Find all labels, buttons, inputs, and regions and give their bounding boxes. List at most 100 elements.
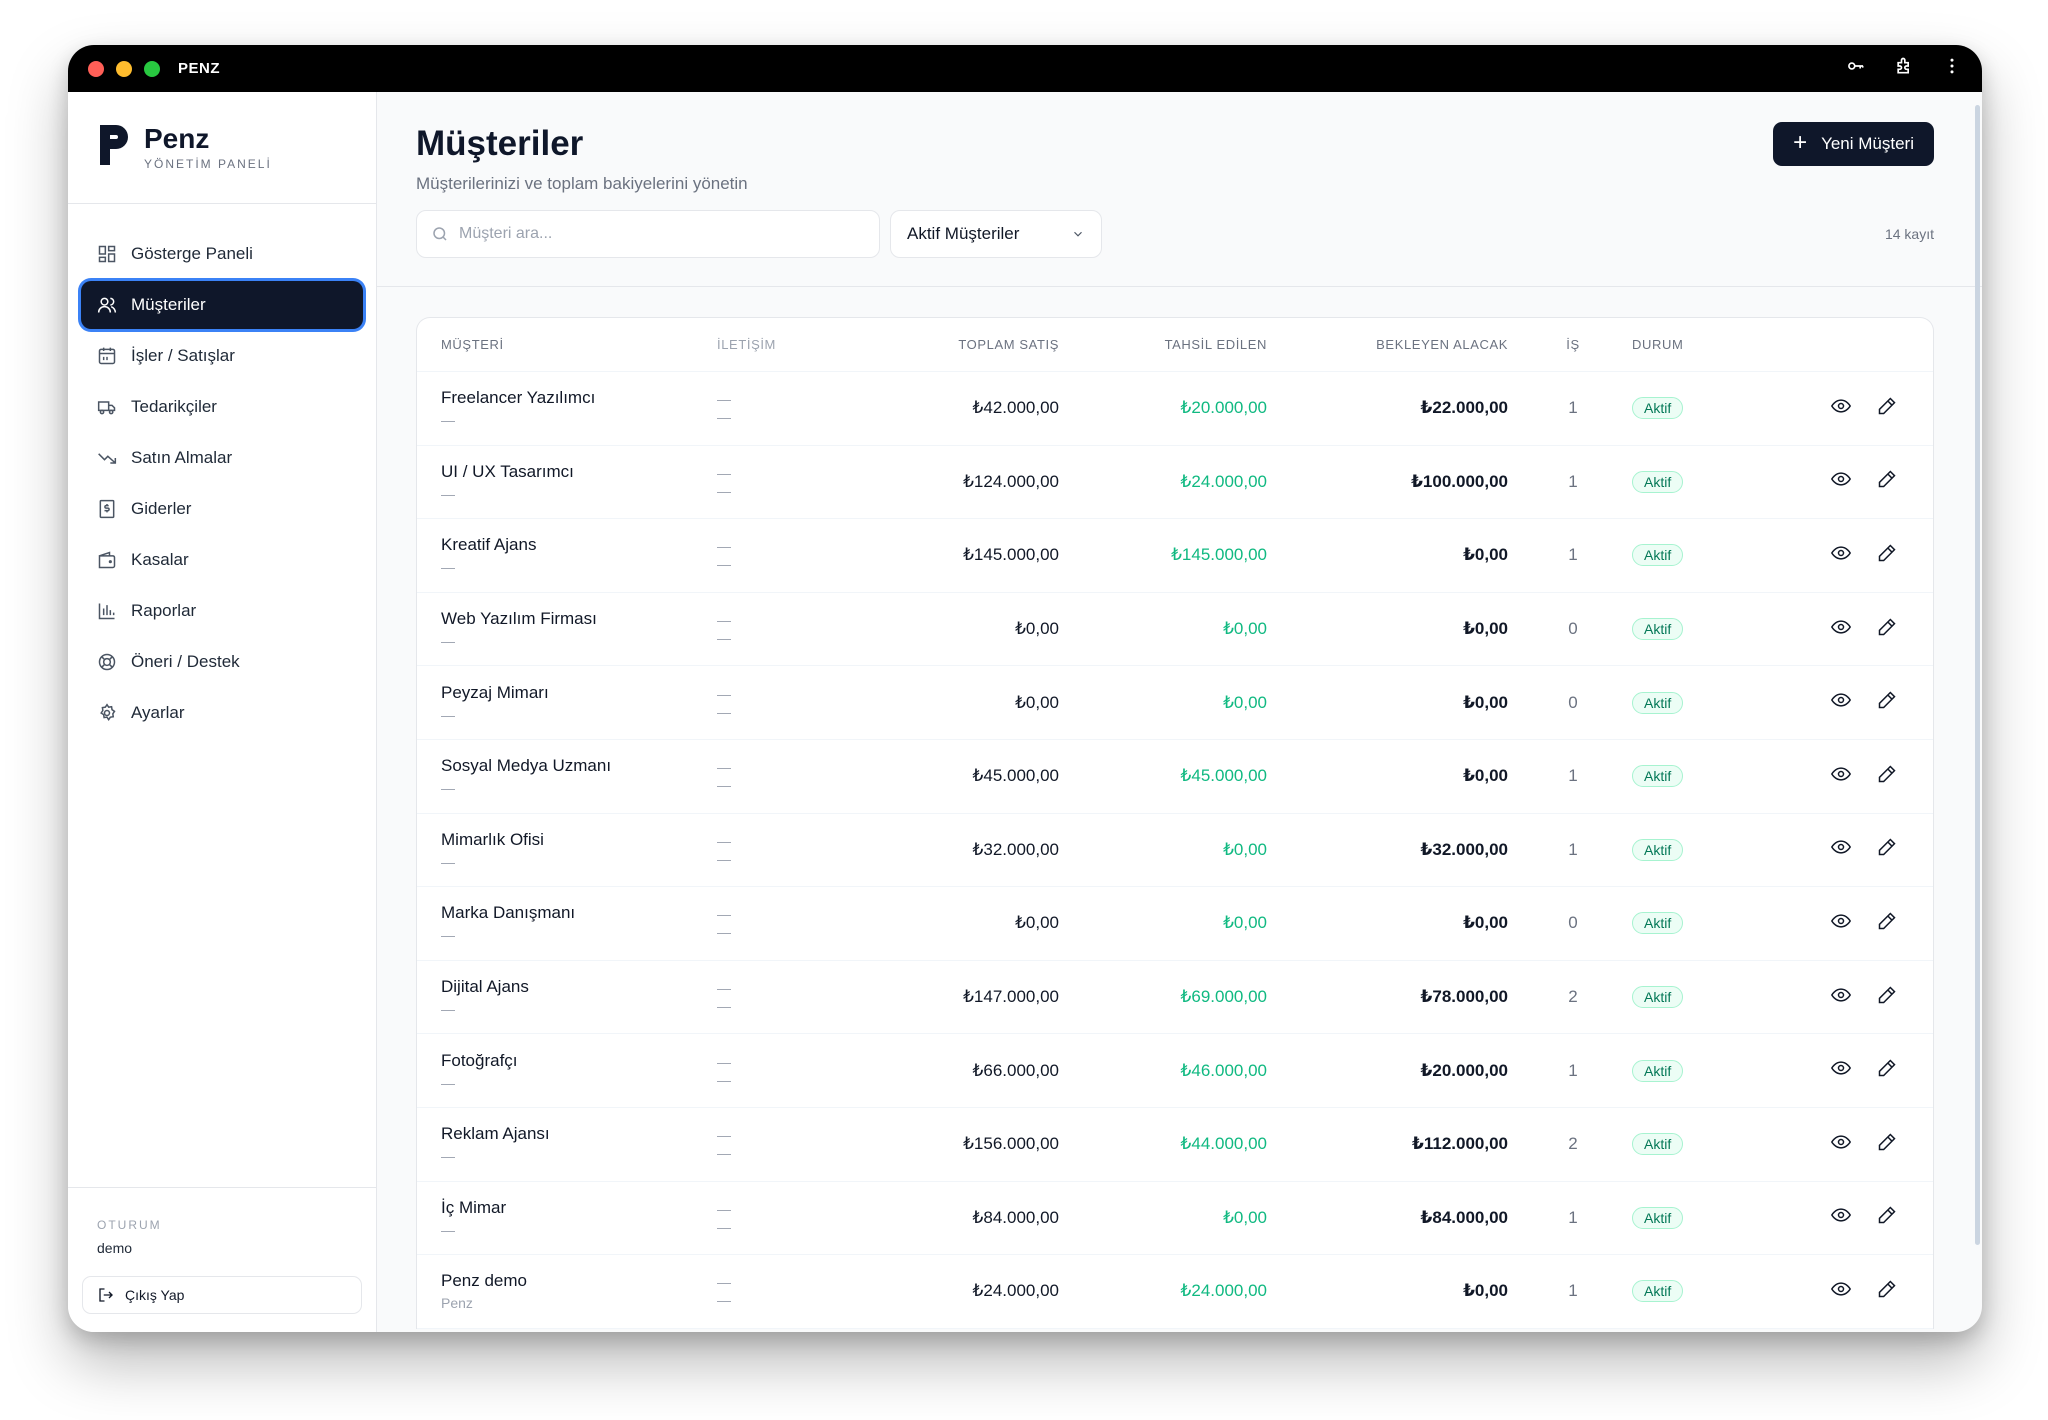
table-row[interactable]: Web Yazılım Firması — — — ₺0,00 ₺0,00 ₺0… xyxy=(417,593,1933,667)
view-button[interactable] xyxy=(1830,985,1852,1010)
view-button[interactable] xyxy=(1830,690,1852,715)
edit-button[interactable] xyxy=(1877,1058,1897,1083)
view-button[interactable] xyxy=(1830,396,1852,421)
eye-icon xyxy=(1830,987,1852,1002)
search-box[interactable] xyxy=(416,210,880,258)
col-total-sales[interactable]: TOPLAM SATIŞ xyxy=(877,337,1059,352)
col-jobs[interactable]: İŞ xyxy=(1508,337,1598,352)
sidebar-item-suppliers[interactable]: Tedarikçiler xyxy=(81,383,363,431)
customer-name[interactable]: Fotoğrafçı xyxy=(441,1051,717,1071)
status-badge: Aktif xyxy=(1632,1206,1684,1229)
table-row[interactable]: Marka Danışmanı — — — ₺0,00 ₺0,00 ₺0,00 … xyxy=(417,887,1933,961)
edit-button[interactable] xyxy=(1877,837,1897,862)
table-row[interactable]: Freelancer Yazılımcı — — — ₺42.000,00 ₺2… xyxy=(417,372,1933,446)
status-badge: Aktif xyxy=(1632,544,1684,567)
col-collected[interactable]: TAHSİL EDİLEN xyxy=(1059,337,1267,352)
table-row[interactable]: Penz demo Penz — — ₺24.000,00 ₺24.000,00… xyxy=(417,1255,1933,1329)
eye-icon xyxy=(1830,1282,1852,1296)
view-button[interactable] xyxy=(1830,617,1852,642)
customer-name[interactable]: Kreatif Ajans xyxy=(441,535,717,555)
view-button[interactable] xyxy=(1830,911,1852,936)
close-window-button[interactable] xyxy=(88,60,104,77)
sidebar-item-settings[interactable]: Ayarlar xyxy=(81,689,363,737)
view-button[interactable] xyxy=(1830,1058,1852,1083)
table-row[interactable]: İç Mimar — — — ₺84.000,00 ₺0,00 ₺84.000,… xyxy=(417,1182,1933,1256)
sidebar-item-cash-boxes[interactable]: Kasalar xyxy=(81,536,363,584)
customer-subtitle: — xyxy=(441,927,455,944)
minimize-window-button[interactable] xyxy=(116,60,132,77)
table-row[interactable]: Reklam Ajansı — — — ₺156.000,00 ₺44.000,… xyxy=(417,1108,1933,1182)
status-badge: Aktif xyxy=(1632,765,1684,788)
customer-name[interactable]: Mimarlık Ofisi xyxy=(441,830,717,850)
customer-cell: Kreatif Ajans — xyxy=(417,535,717,575)
customer-name[interactable]: Marka Danışmanı xyxy=(441,903,717,923)
extensions-icon[interactable] xyxy=(1894,56,1914,81)
scrollbar[interactable] xyxy=(1974,105,1982,1275)
table-row[interactable]: Fotoğrafçı — — — ₺66.000,00 ₺46.000,00 ₺… xyxy=(417,1034,1933,1108)
pencil-icon xyxy=(1878,1133,1896,1150)
customer-name[interactable]: Freelancer Yazılımcı xyxy=(441,388,717,408)
table-row[interactable]: Sosyal Medya Uzmanı — — — ₺45.000,00 ₺45… xyxy=(417,740,1933,814)
table-row[interactable]: Kreatif Ajans — — — ₺145.000,00 ₺145.000… xyxy=(417,519,1933,593)
status-filter-select[interactable]: Aktif Müşteriler xyxy=(890,210,1102,258)
sidebar-item-customers[interactable]: Müşteriler xyxy=(81,281,363,329)
edit-button[interactable] xyxy=(1877,985,1897,1010)
customer-name[interactable]: Reklam Ajansı xyxy=(441,1124,717,1144)
col-customer[interactable]: MÜŞTERİ xyxy=(417,337,717,352)
sidebar-item-purchases[interactable]: Satın Almalar xyxy=(81,434,363,482)
more-menu-icon[interactable] xyxy=(1942,56,1962,81)
customer-name[interactable]: İç Mimar xyxy=(441,1198,717,1218)
search-input[interactable] xyxy=(459,225,859,243)
table-row[interactable]: UI / UX Tasarımcı — — — ₺124.000,00 ₺24.… xyxy=(417,446,1933,520)
edit-button[interactable] xyxy=(1877,543,1897,568)
table-row[interactable]: Mimarlık Ofisi — — — ₺32.000,00 ₺0,00 ₺3… xyxy=(417,814,1933,888)
edit-button[interactable] xyxy=(1877,690,1897,715)
col-contact[interactable]: İLETİŞİM xyxy=(717,337,877,352)
edit-button[interactable] xyxy=(1877,1279,1897,1304)
edit-button[interactable] xyxy=(1877,1205,1897,1230)
maximize-window-button[interactable] xyxy=(144,60,160,77)
sidebar-item-support[interactable]: Öneri / Destek xyxy=(81,638,363,686)
brand[interactable]: Penz YÖNETİM PANELİ xyxy=(68,92,376,204)
key-icon[interactable] xyxy=(1846,56,1866,81)
table-row[interactable]: Peyzaj Mimarı — — — ₺0,00 ₺0,00 ₺0,00 0 … xyxy=(417,666,1933,740)
customer-name[interactable]: Sosyal Medya Uzmanı xyxy=(441,756,717,776)
customer-cell: Marka Danışmanı — xyxy=(417,903,717,943)
customer-name[interactable]: Web Yazılım Firması xyxy=(441,609,717,629)
sidebar-item-label: Raporlar xyxy=(131,601,197,620)
sidebar-item-reports[interactable]: Raporlar xyxy=(81,587,363,635)
sidebar-item-dashboard[interactable]: Gösterge Paneli xyxy=(81,230,363,278)
new-customer-button[interactable]: + Yeni Müşteri xyxy=(1773,122,1934,166)
view-button[interactable] xyxy=(1830,543,1852,568)
table-row[interactable]: Dijital Ajans — — — ₺147.000,00 ₺69.000,… xyxy=(417,961,1933,1035)
contact-line: — xyxy=(717,685,731,702)
sidebar-item-jobs-sales[interactable]: İşler / Satışlar xyxy=(81,332,363,380)
edit-button[interactable] xyxy=(1877,1132,1897,1157)
customer-name[interactable]: Peyzaj Mimarı xyxy=(441,683,717,703)
edit-button[interactable] xyxy=(1877,911,1897,936)
view-button[interactable] xyxy=(1830,1279,1852,1304)
customer-name[interactable]: UI / UX Tasarımcı xyxy=(441,462,717,482)
sidebar-item-expenses[interactable]: Giderler xyxy=(81,485,363,533)
view-button[interactable] xyxy=(1830,469,1852,494)
customer-subtitle: — xyxy=(441,706,455,723)
customer-cell: Fotoğrafçı — xyxy=(417,1051,717,1091)
edit-button[interactable] xyxy=(1877,617,1897,642)
col-status[interactable]: DURUM xyxy=(1598,337,1778,352)
contact-line: — xyxy=(717,850,731,867)
view-button[interactable] xyxy=(1830,764,1852,789)
new-customer-label: Yeni Müşteri xyxy=(1821,134,1914,153)
customer-name[interactable]: Penz demo xyxy=(441,1271,717,1291)
scroll-thumb[interactable] xyxy=(1975,105,1980,1245)
view-button[interactable] xyxy=(1830,1205,1852,1230)
pencil-icon xyxy=(1878,765,1896,783)
view-button[interactable] xyxy=(1830,1132,1852,1157)
edit-button[interactable] xyxy=(1877,764,1897,789)
edit-button[interactable] xyxy=(1877,396,1897,421)
edit-button[interactable] xyxy=(1877,469,1897,494)
logout-button[interactable]: Çıkış Yap xyxy=(82,1276,362,1314)
sidebar-item-label: Giderler xyxy=(131,499,192,518)
customer-name[interactable]: Dijital Ajans xyxy=(441,977,717,997)
col-pending[interactable]: BEKLEYEN ALACAK xyxy=(1267,337,1508,352)
view-button[interactable] xyxy=(1830,837,1852,862)
